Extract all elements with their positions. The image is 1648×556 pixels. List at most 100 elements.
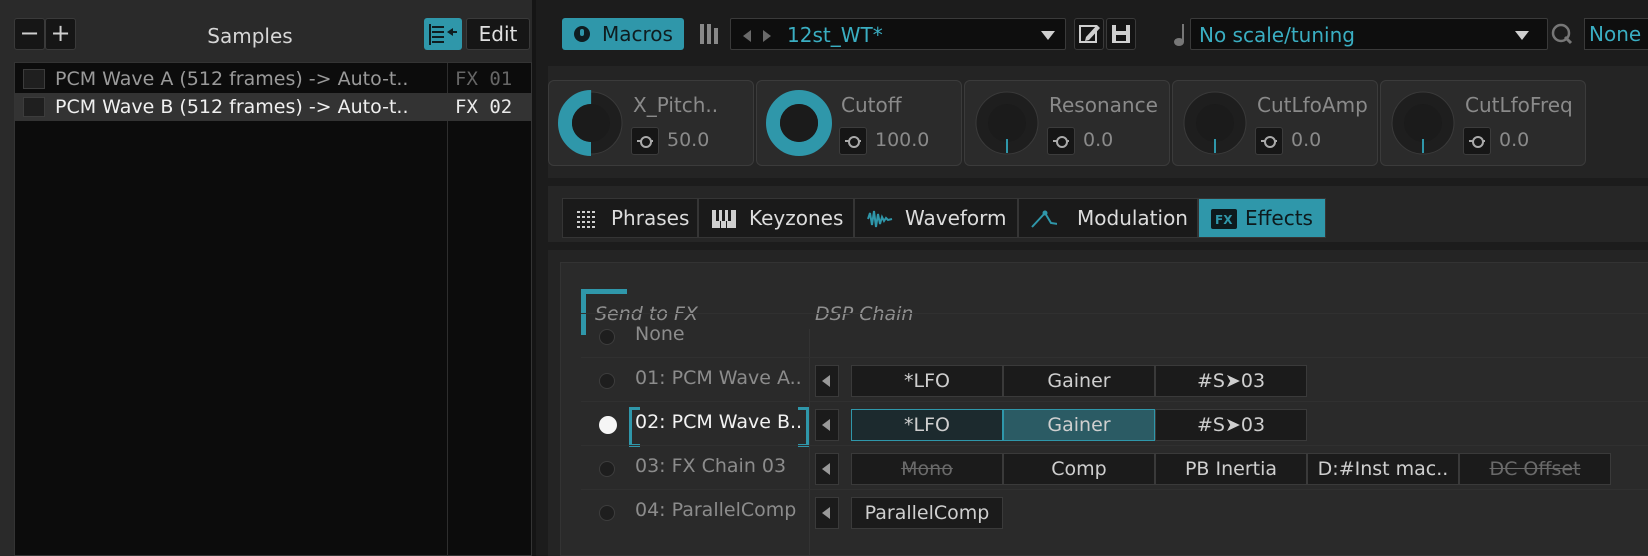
- quantize-field[interactable]: None: [1584, 18, 1648, 50]
- dsp-device-slot[interactable]: D:#Inst mac..: [1307, 453, 1459, 485]
- dsp-device-slot[interactable]: #S➤03: [1155, 365, 1307, 397]
- previous-preset-icon[interactable]: [743, 30, 751, 42]
- macro-value: 0.0: [1499, 129, 1530, 151]
- list-arrow-icon: [429, 24, 457, 45]
- chain-scroll-left-button[interactable]: [815, 365, 839, 397]
- samples-panel: − + Samples Edit PCM Wave A (512 frames)…: [0, 0, 536, 556]
- list-view-toggle-button[interactable]: [424, 18, 462, 50]
- dsp-device-slot[interactable]: Comp: [1003, 453, 1155, 485]
- tab-label: Phrases: [611, 206, 690, 230]
- macro-knob-3[interactable]: Resonance 0.0: [964, 80, 1170, 166]
- scale-selector[interactable]: No scale/tuning: [1190, 18, 1548, 50]
- dsp-device-slot[interactable]: ParallelComp: [851, 497, 1003, 529]
- macro-knob-1[interactable]: X_Pitch.. 50.0: [548, 80, 754, 166]
- fx-chain-row[interactable]: None: [581, 313, 1648, 357]
- macro-name: CutLfoAmp: [1257, 93, 1368, 117]
- macro-value: 0.0: [1083, 129, 1114, 151]
- knob-dial[interactable]: [1389, 89, 1457, 157]
- chain-name[interactable]: 01: PCM Wave A..: [635, 367, 802, 389]
- knob-dial[interactable]: [973, 89, 1041, 157]
- macro-name: Cutoff: [841, 93, 902, 117]
- chain-scroll-left-button[interactable]: [815, 497, 839, 529]
- macro-mapping-button[interactable]: [1463, 127, 1491, 155]
- chevron-down-icon[interactable]: [1041, 31, 1055, 40]
- tab-label: Modulation: [1077, 206, 1188, 230]
- rename-preset-button[interactable]: [1074, 18, 1104, 50]
- add-sample-button[interactable]: +: [45, 18, 76, 50]
- tab-waveform[interactable]: Waveform: [854, 198, 1018, 238]
- dsp-device-slot[interactable]: DC Offset: [1459, 453, 1611, 485]
- presets-library-icon[interactable]: [700, 22, 722, 46]
- knob-dial[interactable]: [557, 89, 625, 157]
- dsp-device-slot[interactable]: #S➤03: [1155, 409, 1307, 441]
- macro-name: Resonance: [1049, 93, 1158, 117]
- macro-mapping-button[interactable]: [631, 127, 659, 155]
- phrases-grid-icon: [577, 211, 595, 228]
- samples-header: − + Samples Edit: [0, 10, 536, 50]
- sample-name: PCM Wave B (512 frames) -> Auto-t..: [55, 96, 409, 118]
- dsp-device-slot[interactable]: *LFO: [851, 365, 1003, 397]
- knob-dial[interactable]: [765, 89, 833, 157]
- chain-select-radio[interactable]: [599, 373, 615, 389]
- edit-button[interactable]: Edit: [466, 18, 530, 50]
- macro-knob-icon: [574, 26, 590, 42]
- remove-sample-button[interactable]: −: [14, 18, 45, 50]
- waveform-icon: [867, 210, 893, 228]
- chain-select-radio[interactable]: [599, 505, 615, 521]
- dsp-device-slot[interactable]: Gainer: [1003, 409, 1155, 441]
- fx-chain-row[interactable]: 03: FX Chain 03 Mono Comp PB Inertia D:#Inst…: [581, 445, 1648, 489]
- dsp-device-slot[interactable]: *LFO: [851, 409, 1003, 441]
- chain-select-radio[interactable]: [599, 416, 617, 434]
- tab-modulation[interactable]: Modulation: [1018, 198, 1198, 238]
- instrument-toolbar: Macros 12st_WT* No scale/tuning None: [554, 12, 1648, 56]
- tab-keyzones[interactable]: Keyzones: [698, 198, 854, 238]
- preset-selector[interactable]: 12st_WT*: [730, 18, 1066, 50]
- chain-name[interactable]: 04: ParallelComp: [635, 499, 796, 521]
- sample-fx-alias[interactable]: FX 01: [455, 68, 512, 90]
- chain-select-radio[interactable]: [599, 329, 615, 345]
- chain-scroll-left-button[interactable]: [815, 453, 839, 485]
- fx-chain-row[interactable]: 04: ParallelComp ParallelComp: [581, 489, 1648, 533]
- macro-mapping-button[interactable]: [839, 127, 867, 155]
- tab-phrases[interactable]: Phrases: [562, 198, 698, 238]
- macro-mapping-button[interactable]: [1047, 127, 1075, 155]
- macro-knob-4[interactable]: CutLfoAmp 0.0: [1172, 80, 1378, 166]
- fx-chain-row[interactable]: 01: PCM Wave A.. *LFO Gainer #S➤03: [581, 357, 1648, 401]
- dsp-device-slot[interactable]: Gainer: [1003, 365, 1155, 397]
- sample-checkbox[interactable]: [23, 69, 45, 89]
- dsp-device-slot[interactable]: PB Inertia: [1155, 453, 1307, 485]
- next-preset-icon[interactable]: [763, 30, 771, 42]
- macro-knob-5[interactable]: CutLfoFreq 0.0: [1380, 80, 1586, 166]
- macro-value: 50.0: [667, 129, 710, 151]
- svg-text:FX: FX: [1215, 213, 1233, 227]
- sample-row[interactable]: PCM Wave B (512 frames) -> Auto-t.. FX 0…: [15, 93, 531, 121]
- tab-label: Keyzones: [749, 206, 844, 230]
- macros-area: X_Pitch.. 50.0 Cutoff 100.0 Resonance 0.0 CutL…: [548, 66, 1648, 178]
- sample-fx-alias[interactable]: FX 02: [455, 96, 512, 118]
- chain-select-radio[interactable]: [599, 461, 615, 477]
- fx-icon: FX: [1211, 209, 1237, 229]
- fx-chain-row[interactable]: 02: PCM Wave B.. *LFO Gainer #S➤03: [581, 401, 1648, 447]
- effects-panel: Send to FX DSP Chain None 01: PCM Wave A.…: [548, 250, 1648, 556]
- tab-label: Effects: [1245, 206, 1313, 230]
- instrument-editor: − + Samples Edit PCM Wave A (512 frames)…: [0, 0, 1648, 556]
- save-disk-icon: [1112, 25, 1130, 43]
- macro-mapping-button[interactable]: [1255, 127, 1283, 155]
- macros-toggle-button[interactable]: Macros: [562, 18, 684, 50]
- modulation-curve-icon: [1031, 210, 1057, 228]
- macro-name: CutLfoFreq: [1465, 93, 1573, 117]
- chain-name[interactable]: 03: FX Chain 03: [635, 455, 786, 477]
- chain-scroll-left-button[interactable]: [815, 409, 839, 441]
- chain-name[interactable]: 02: PCM Wave B..: [635, 411, 802, 433]
- macro-knob-2[interactable]: Cutoff 100.0: [756, 80, 962, 166]
- preset-name: 12st_WT*: [787, 23, 883, 47]
- effects-chain-list: Send to FX DSP Chain None 01: PCM Wave A.…: [560, 262, 1648, 556]
- chain-name[interactable]: None: [635, 323, 685, 345]
- sample-row[interactable]: PCM Wave A (512 frames) -> Auto-t.. FX 0…: [15, 65, 531, 93]
- save-preset-button[interactable]: [1106, 18, 1136, 50]
- chevron-down-icon[interactable]: [1515, 31, 1529, 40]
- sample-checkbox[interactable]: [23, 97, 45, 117]
- knob-dial[interactable]: [1181, 89, 1249, 157]
- dsp-device-slot[interactable]: Mono: [851, 453, 1003, 485]
- tab-effects[interactable]: FX Effects: [1198, 198, 1326, 238]
